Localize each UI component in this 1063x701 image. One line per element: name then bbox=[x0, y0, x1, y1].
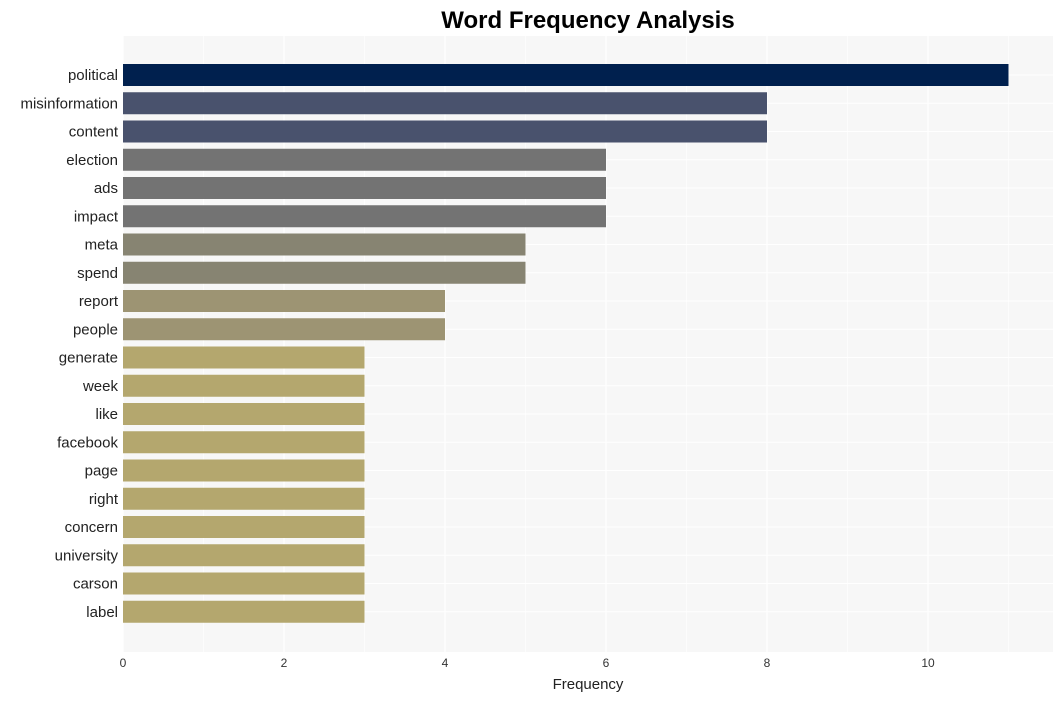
x-tick-label: 0 bbox=[120, 656, 127, 670]
bar-carson bbox=[123, 572, 365, 595]
y-label-label: label bbox=[86, 604, 118, 621]
x-tick-label: 4 bbox=[442, 656, 449, 670]
y-label-right: right bbox=[89, 491, 119, 508]
y-label-people: people bbox=[73, 321, 118, 338]
bar-page bbox=[123, 459, 365, 482]
y-label-spend: spend bbox=[77, 265, 118, 282]
x-axis-ticks: 0 2 4 6 8 10 bbox=[120, 656, 935, 670]
chart-title: Word Frequency Analysis bbox=[441, 7, 734, 34]
bar-misinformation bbox=[123, 92, 767, 115]
y-label-generate: generate bbox=[59, 350, 118, 367]
x-axis-label: Frequency bbox=[553, 676, 624, 693]
bar-report bbox=[123, 290, 445, 312]
bar-meta bbox=[123, 233, 526, 256]
x-tick-label: 2 bbox=[281, 656, 288, 670]
y-label-content: content bbox=[69, 124, 119, 141]
y-label-university: university bbox=[55, 547, 119, 564]
y-label-political: political bbox=[68, 67, 118, 84]
y-label-misinformation: misinformation bbox=[20, 95, 118, 112]
bar-people bbox=[123, 318, 445, 341]
y-label-like: like bbox=[95, 406, 118, 423]
bar-facebook bbox=[123, 431, 365, 454]
bar-right bbox=[123, 487, 365, 510]
y-axis-labels: political misinformation content election ad… bbox=[20, 67, 118, 621]
bar-political bbox=[123, 64, 1009, 86]
bar-like bbox=[123, 403, 365, 425]
y-label-page: page bbox=[85, 463, 118, 480]
bar-generate bbox=[123, 346, 365, 369]
bar-concern bbox=[123, 516, 365, 538]
x-tick-label: 10 bbox=[921, 656, 935, 670]
word-frequency-chart: political misinformation content election ad… bbox=[20, 7, 1053, 693]
bar-label bbox=[123, 600, 365, 623]
y-label-concern: concern bbox=[65, 519, 118, 536]
y-label-election: election bbox=[66, 152, 118, 169]
y-label-report: report bbox=[79, 293, 119, 310]
bar-ads bbox=[123, 177, 606, 199]
bar-spend bbox=[123, 261, 526, 284]
y-label-ads: ads bbox=[94, 180, 118, 197]
y-label-week: week bbox=[82, 378, 119, 395]
x-tick-label: 8 bbox=[764, 656, 771, 670]
bar-election bbox=[123, 148, 606, 171]
bar-impact bbox=[123, 205, 606, 228]
y-label-meta: meta bbox=[85, 237, 119, 254]
y-label-facebook: facebook bbox=[57, 434, 118, 451]
x-tick-label: 6 bbox=[603, 656, 610, 670]
y-label-carson: carson bbox=[73, 576, 118, 593]
bar-week bbox=[123, 374, 365, 397]
y-label-impact: impact bbox=[74, 208, 119, 225]
bar-content bbox=[123, 120, 767, 143]
bar-university bbox=[123, 544, 365, 567]
